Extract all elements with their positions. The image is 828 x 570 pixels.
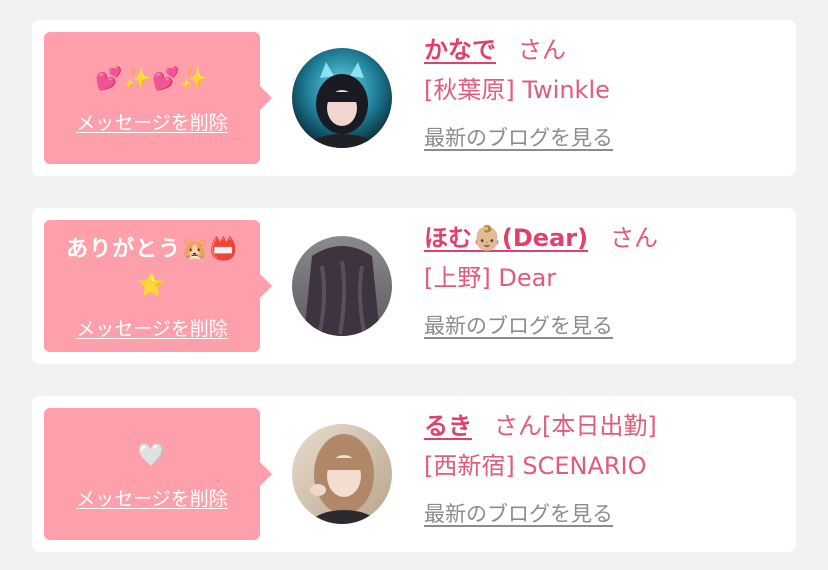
message-text: 🤍 [137, 442, 167, 468]
cast-name-link[interactable]: るき [424, 412, 472, 440]
delete-message-link[interactable]: メッセージを削除 [76, 314, 228, 341]
honorific: さん [518, 36, 566, 64]
message-text: 💕✨💕✨ [95, 66, 209, 92]
latest-blog-link[interactable]: 最新のブログを見る [424, 498, 613, 528]
shop-label: [上野] Dear [424, 264, 557, 292]
shop-label: [秋葉原] Twinkle [424, 76, 610, 104]
delete-message-link[interactable]: メッセージを削除 [76, 484, 228, 511]
cast-name-link[interactable]: かなで [424, 36, 496, 64]
cast-info: かなで さん [秋葉原] Twinkle 最新のブログを見る [424, 30, 784, 152]
favorite-card: 🤍 メッセージを削除 るき さん[本日出勤] [西新宿] SCENARIO 最新の… [32, 396, 796, 552]
favorite-card: 💕✨💕✨ メッセージを削除 かなで さん [秋葉原] Twinkle 最新のブロ… [32, 20, 796, 176]
honorific: さん [610, 224, 659, 252]
favorite-card: ありがとう🐹📛⭐ メッセージを削除 ほむ👶🏼(Dear) さん [上野] Dear… [32, 208, 796, 364]
message-bubble: 🤍 メッセージを削除 [44, 408, 272, 540]
shop-label: [西新宿] SCENARIO [424, 452, 647, 480]
name-line: るき さん[本日出勤] [424, 406, 784, 446]
avatar[interactable] [292, 48, 392, 148]
honorific: さん[本日出勤] [494, 412, 657, 440]
avatar[interactable] [292, 424, 392, 524]
name-line: ほむ👶🏼(Dear) さん [424, 218, 784, 258]
message-text: ありがとう🐹📛⭐ [66, 236, 238, 298]
latest-blog-link[interactable]: 最新のブログを見る [424, 310, 613, 340]
name-line: かなで さん [424, 30, 784, 70]
cast-name-link[interactable]: ほむ👶🏼(Dear) [424, 224, 588, 252]
avatar[interactable] [292, 236, 392, 336]
message-bubble: ありがとう🐹📛⭐ メッセージを削除 [44, 220, 272, 352]
cast-info: ほむ👶🏼(Dear) さん [上野] Dear 最新のブログを見る [424, 218, 784, 340]
cast-info: るき さん[本日出勤] [西新宿] SCENARIO 最新のブログを見る [424, 406, 784, 528]
delete-message-link[interactable]: メッセージを削除 [76, 108, 228, 135]
message-bubble: 💕✨💕✨ メッセージを削除 [44, 32, 272, 164]
latest-blog-link[interactable]: 最新のブログを見る [424, 122, 613, 152]
